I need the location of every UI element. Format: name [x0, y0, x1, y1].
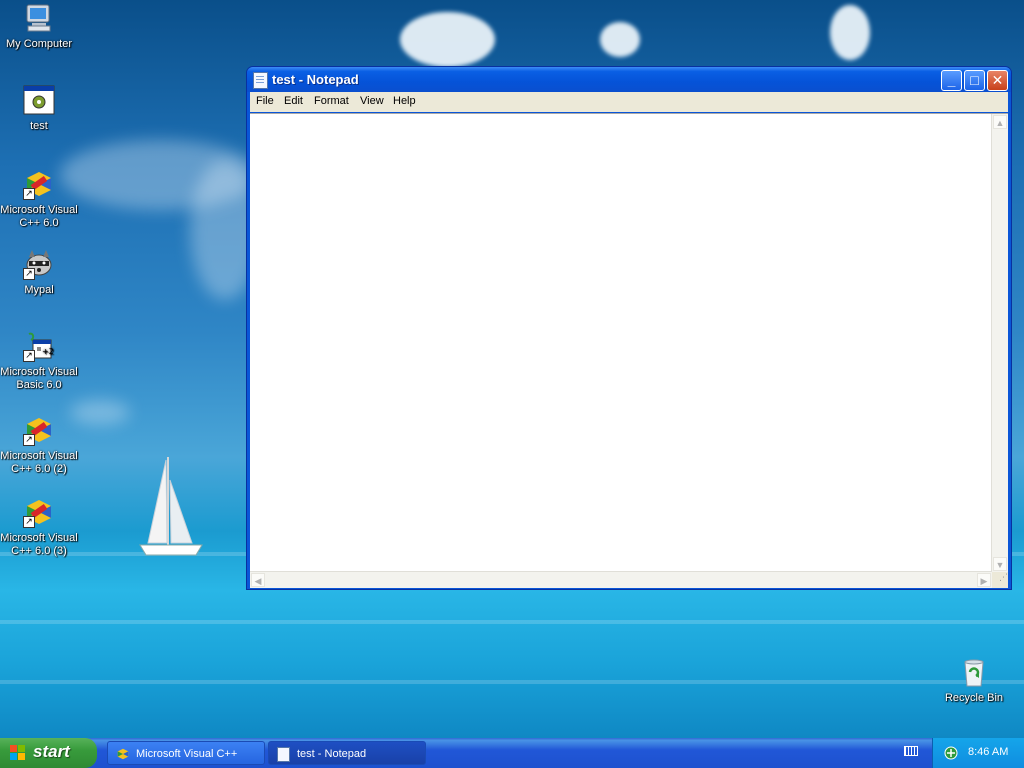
menu-bar: File Edit Format View Help — [250, 92, 1008, 112]
desktop-icon-label: My Computer — [5, 38, 73, 50]
desktop-icon-label: Microsoft Visual C++ 6.0 — [0, 204, 78, 229]
close-button[interactable]: ✕ — [987, 70, 1008, 91]
desktop-icon-label: Mypal — [24, 284, 54, 296]
notepad-icon — [277, 747, 290, 762]
taskbar-item-notepad[interactable]: test - Notepad — [268, 741, 426, 765]
desktop-icon-visual-cpp-2[interactable]: ↗ Microsoft Visual C++ 6.0 (2) — [0, 414, 78, 476]
taskbar-item-visual-cpp[interactable]: Microsoft Visual C++ — [107, 741, 265, 765]
notepad-icon[interactable] — [253, 72, 268, 89]
visual-cpp-icon: ↗ — [23, 496, 55, 528]
desktop-background: My Computer test ↗ Microsoft Visual C++ … — [0, 0, 1024, 738]
maximize-icon: □ — [970, 72, 979, 88]
windows-logo-icon — [10, 745, 26, 761]
menu-help[interactable]: Help — [393, 95, 416, 107]
shortcut-arrow-icon: ↗ — [23, 268, 35, 280]
my-computer-icon — [26, 4, 51, 32]
desktop-icon-label: Recycle Bin — [944, 692, 1004, 704]
wave-line — [0, 680, 1024, 684]
menu-view[interactable]: View — [360, 95, 384, 107]
shortcut-arrow-icon: ↗ — [23, 350, 35, 362]
menu-edit[interactable]: Edit — [284, 95, 303, 107]
title-bar[interactable]: test - Notepad _ □ ✕ — [247, 67, 1011, 92]
program-icon — [23, 85, 55, 115]
cloud-decoration — [830, 5, 870, 60]
notepad-window[interactable]: test - Notepad _ □ ✕ File Edit Format Vi… — [246, 66, 1012, 590]
shortcut-arrow-icon: ↗ — [23, 516, 35, 528]
raccoon-icon: ↗ — [23, 248, 55, 280]
vertical-scrollbar[interactable]: ▲ ▼ — [991, 114, 1008, 572]
resize-grip-icon[interactable]: ⋰ — [992, 572, 1008, 588]
system-tray: 8:46 AM — [932, 738, 1024, 768]
desktop-icon-label: test — [30, 120, 48, 132]
desktop-icon-my-computer[interactable]: My Computer — [0, 2, 78, 51]
desktop-icon-visual-cpp-3[interactable]: ↗ Microsoft Visual C++ 6.0 (3) — [0, 496, 78, 558]
menu-format[interactable]: Format — [314, 95, 349, 107]
maximize-button[interactable]: □ — [964, 70, 985, 91]
close-icon: ✕ — [991, 72, 1004, 88]
cloud-decoration — [70, 400, 130, 425]
scroll-right-arrow-icon[interactable]: ▶ — [977, 573, 991, 587]
horizontal-scrollbar[interactable]: ◀ ▶ — [250, 571, 992, 588]
desktop-icon-label: Microsoft Visual C++ 6.0 (3) — [0, 532, 78, 557]
visual-cpp-icon: ↗ — [23, 168, 55, 200]
clock[interactable]: 8:46 AM — [968, 746, 1008, 758]
start-button[interactable]: start — [0, 738, 97, 768]
visual-basic-icon: +2 ↗ — [23, 330, 55, 362]
minimize-icon: _ — [947, 72, 956, 88]
desktop-icon-mypal[interactable]: ↗ Mypal — [0, 248, 78, 297]
desktop-icon-label: Microsoft Visual C++ 6.0 (2) — [0, 450, 78, 475]
desktop-icon-test[interactable]: test — [0, 84, 78, 133]
cloud-decoration — [600, 22, 640, 57]
desktop-icon-recycle-bin[interactable]: Recycle Bin — [935, 656, 1013, 705]
desktop-icon-visual-basic[interactable]: +2 ↗ Microsoft Visual Basic 6.0 — [0, 330, 78, 392]
menu-file[interactable]: File — [256, 95, 274, 107]
wave-line — [0, 620, 1024, 624]
shortcut-arrow-icon: ↗ — [23, 188, 35, 200]
scroll-down-arrow-icon[interactable]: ▼ — [993, 557, 1007, 571]
desktop-icon-label: Microsoft Visual Basic 6.0 — [0, 366, 78, 391]
taskbar-item-label: test - Notepad — [297, 748, 367, 760]
taskbar-item-label: Microsoft Visual C++ — [136, 748, 238, 760]
text-editor-area[interactable]: ▲ ▼ ◀ ▶ ⋰ — [250, 113, 1008, 588]
keyboard-icon[interactable] — [904, 746, 918, 756]
sailboat-image — [139, 457, 203, 556]
network-icon[interactable] — [943, 745, 959, 761]
start-label: start — [33, 742, 70, 761]
svg-text:+2: +2 — [42, 347, 54, 356]
shortcut-arrow-icon: ↗ — [23, 434, 35, 446]
desktop-icon-visual-cpp[interactable]: ↗ Microsoft Visual C++ 6.0 — [0, 168, 78, 230]
visual-cpp-icon: ↗ — [23, 414, 55, 446]
visual-cpp-icon — [117, 748, 129, 760]
minimize-button[interactable]: _ — [941, 70, 962, 91]
scroll-up-arrow-icon[interactable]: ▲ — [993, 115, 1007, 129]
scroll-left-arrow-icon[interactable]: ◀ — [251, 573, 265, 587]
recycle-bin-icon — [964, 659, 984, 687]
taskbar: start Microsoft Visual C++ test - Notepa… — [0, 738, 1024, 768]
window-title: test - Notepad — [272, 72, 359, 87]
cloud-decoration — [400, 12, 495, 67]
